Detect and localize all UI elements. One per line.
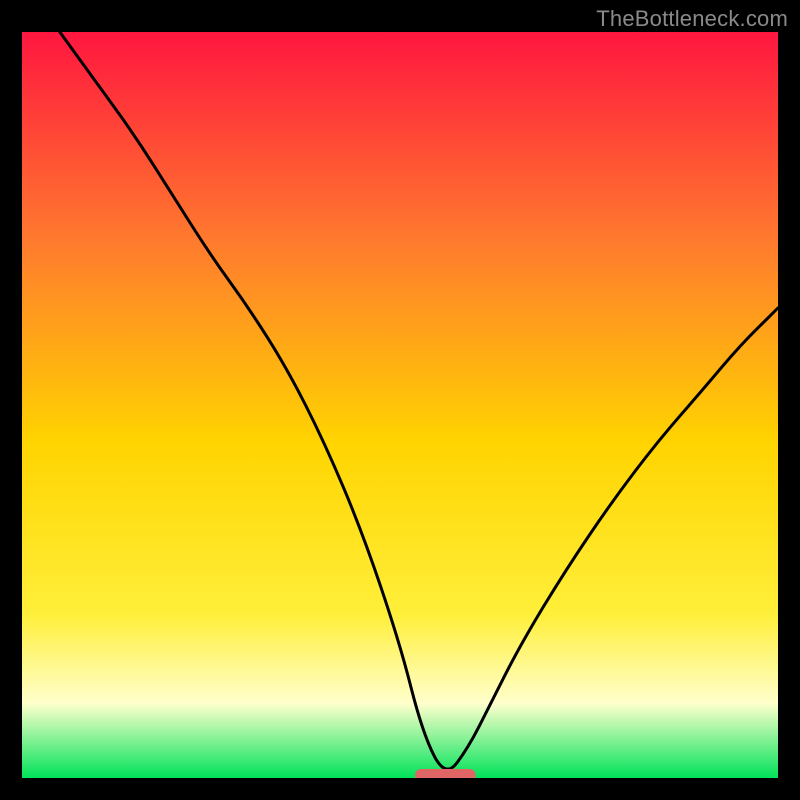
- watermark-text: TheBottleneck.com: [596, 6, 788, 32]
- bottleneck-chart-svg: [22, 32, 778, 778]
- minimum-marker: [415, 769, 476, 778]
- chart-frame: TheBottleneck.com: [0, 0, 800, 800]
- gradient-background: [22, 32, 778, 778]
- plot-area: [22, 32, 778, 778]
